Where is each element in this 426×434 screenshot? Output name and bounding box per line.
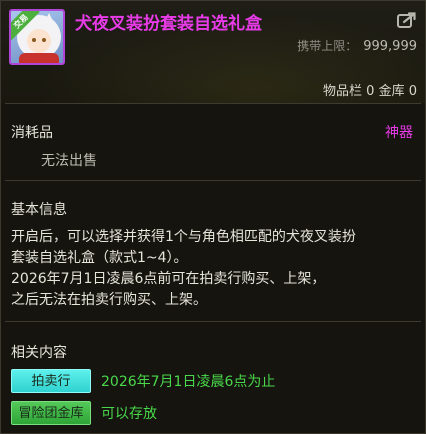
auction-house-button[interactable]: 拍卖行: [11, 369, 91, 393]
carry-limit: 携带上限： 999,999: [297, 37, 417, 54]
item-grade: 神器: [385, 125, 413, 141]
description-line: 之后无法在拍卖行购买、上架。: [11, 292, 207, 308]
related-item-guild-vault: 冒险团金库 可以存放: [11, 400, 425, 426]
carry-limit-value: 999,999: [363, 39, 417, 54]
inventory-count: 物品栏 0 金库 0: [323, 84, 417, 99]
auction-house-text: 2026年7月1日凌晨6点为止: [101, 374, 276, 390]
item-tooltip: 交易 犬夜叉装扮套装自选礼盒 携带上限： 999,999 物品栏 0 金库 0 消…: [0, 0, 426, 434]
adventure-guild-vault-button[interactable]: 冒险团金库: [11, 401, 91, 425]
description-line: 套装自选礼盒（款式1~4）。: [11, 250, 188, 266]
inuyasha-portrait-icon: 交易: [9, 9, 65, 65]
guild-vault-text: 可以存放: [101, 406, 157, 422]
carry-limit-label: 携带上限：: [297, 39, 358, 53]
divider: [5, 180, 421, 181]
trade-status: 无法出售: [41, 153, 97, 169]
description-line: 2026年7月1日凌晨6点前可在拍卖行购买、上架，: [11, 271, 326, 287]
item-category: 消耗品: [11, 125, 53, 141]
category-row: 消耗品 神器: [1, 118, 425, 144]
divider: [5, 321, 421, 322]
description-line: 开启后，可以选择并获得1个与角色相匹配的犬夜叉装扮: [11, 229, 356, 245]
related-item-auction: 拍卖行 2026年7月1日凌晨6点为止: [11, 368, 425, 394]
item-description: 开启后，可以选择并获得1个与角色相匹配的犬夜叉装扮 套装自选礼盒（款式1~4）。…: [11, 227, 415, 311]
share-icon[interactable]: [397, 11, 417, 29]
item-header: 交易 犬夜叉装扮套装自选礼盒 携带上限： 999,999 物品栏 0 金库 0: [1, 1, 425, 103]
related-title: 相关内容: [11, 345, 67, 361]
basic-info-title: 基本信息: [11, 202, 67, 218]
item-title: 犬夜叉装扮套装自选礼盒: [75, 14, 262, 34]
divider: [5, 103, 421, 104]
